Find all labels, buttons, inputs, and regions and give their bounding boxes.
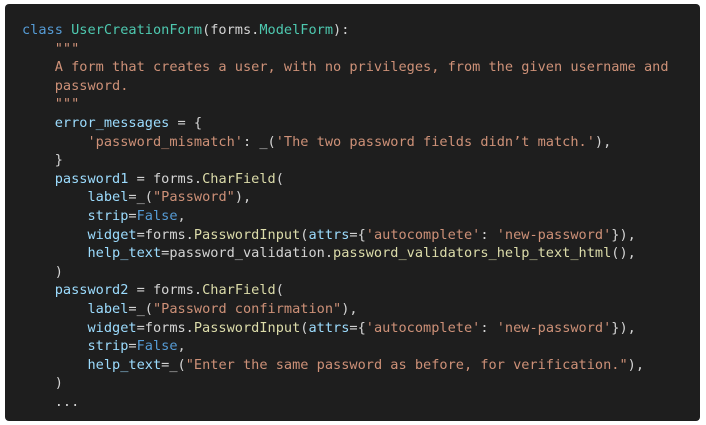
code-token: PasswordInput — [193, 319, 301, 336]
code-token: = forms. — [128, 170, 203, 187]
code-token: }), — [611, 226, 636, 243]
code-line: strip=False, — [22, 207, 700, 226]
code-token: = forms. — [128, 282, 203, 299]
code-token: ={ — [349, 226, 366, 243]
code-token: 'autocomplete' — [365, 226, 481, 243]
code-line: class UserCreationForm(forms.ModelForm): — [22, 21, 700, 40]
code-token: ... — [22, 393, 80, 410]
code-token: ={ — [349, 319, 366, 336]
code-token: help_text — [22, 356, 162, 373]
code-token: = — [128, 338, 137, 355]
code-token: "Password" — [152, 189, 235, 206]
code-token: """ — [22, 40, 80, 57]
code-token: CharField — [202, 282, 276, 299]
code-token: : — [480, 226, 497, 243]
code-line: label=_("Password confirmation"), — [22, 300, 700, 319]
code-token: } — [22, 152, 63, 169]
code-token: = — [128, 207, 137, 224]
code-token: }), — [611, 319, 636, 336]
code-token: ), — [234, 189, 252, 206]
code-line: """ — [22, 95, 700, 114]
code-line: password. — [22, 77, 700, 96]
code-token: : _( — [242, 133, 276, 150]
code-token: 'autocomplete' — [365, 319, 481, 336]
code-line: label=_("Password"), — [22, 188, 700, 207]
code-line: error_messages = { — [22, 114, 700, 133]
code-token: False — [136, 338, 178, 355]
code-token: =_( — [128, 300, 153, 317]
code-token: 'new-password' — [496, 226, 612, 243]
code-token: widget — [22, 226, 137, 243]
code-token: , — [177, 207, 186, 224]
code-token: UserCreationForm — [71, 22, 203, 38]
code-line: ) — [22, 263, 700, 282]
code-content: class UserCreationForm(forms.ModelForm):… — [22, 21, 700, 411]
code-token: strip — [22, 338, 129, 355]
code-token: =_( — [161, 356, 186, 373]
code-token: """ — [22, 96, 80, 113]
code-token: widget — [22, 319, 137, 336]
code-token: help_text — [22, 245, 162, 262]
code-token: , — [177, 338, 186, 355]
code-token: ) — [22, 263, 63, 280]
code-token: password2 — [22, 282, 129, 299]
code-token: CharField — [202, 170, 276, 187]
code-line: help_text=_("Enter the same password as … — [22, 356, 700, 375]
code-token: ), — [341, 300, 358, 317]
code-line: password2 = forms.CharField( — [22, 281, 700, 300]
code-token: strip — [22, 207, 129, 224]
code-token: ): — [333, 22, 350, 38]
code-line: widget=forms.PasswordInput(attrs={'autoc… — [22, 319, 700, 338]
code-line: A form that creates a user, with no priv… — [22, 58, 700, 77]
code-token: =forms. — [136, 226, 194, 243]
code-token: password1 — [22, 170, 129, 187]
code-token: False — [136, 207, 178, 224]
code-token: label — [22, 189, 129, 206]
code-token: = { — [169, 114, 203, 131]
code-token: attrs — [308, 226, 350, 243]
code-token: 'password_mismatch' — [87, 133, 243, 150]
code-token: ( — [275, 170, 284, 187]
code-token: forms. — [210, 22, 260, 38]
code-token: class — [22, 22, 72, 38]
code-line: password1 = forms.CharField( — [22, 170, 700, 189]
code-token: label — [22, 300, 129, 317]
code-token: =password_validation. — [161, 245, 334, 262]
code-token: : — [480, 319, 497, 336]
code-line: ... — [22, 393, 700, 412]
code-line: """ — [22, 40, 700, 59]
code-token: "Password confirmation" — [152, 300, 342, 317]
code-token: (), — [611, 245, 636, 262]
code-token: "Enter the same password as before, for … — [185, 356, 628, 373]
code-block: class UserCreationForm(forms.ModelForm):… — [5, 4, 700, 421]
code-line: help_text=password_validation.password_v… — [22, 244, 700, 263]
code-token: =_( — [128, 189, 153, 206]
code-token: 'new-password' — [496, 319, 612, 336]
code-line: } — [22, 151, 700, 170]
code-token: password. — [22, 77, 129, 94]
code-token: PasswordInput — [193, 226, 301, 243]
code-token: ), — [627, 356, 645, 373]
code-line: widget=forms.PasswordInput(attrs={'autoc… — [22, 226, 700, 245]
code-line: 'password_mismatch': _('The two password… — [22, 133, 700, 152]
code-token: A form that creates a user, with no priv… — [22, 59, 669, 76]
code-token: ) — [22, 375, 63, 392]
code-line: ) — [22, 374, 700, 393]
code-token: 'The two password fields didn’t match.' — [275, 133, 595, 150]
code-token: error_messages — [22, 114, 170, 131]
code-token: =forms. — [136, 319, 194, 336]
code-token: ModelForm — [259, 22, 334, 38]
code-token: ( — [275, 282, 284, 299]
code-token: attrs — [308, 319, 350, 336]
code-token: password_validators_help_text_html — [333, 245, 612, 262]
code-line: strip=False, — [22, 337, 700, 356]
code-token: ), — [594, 133, 612, 150]
